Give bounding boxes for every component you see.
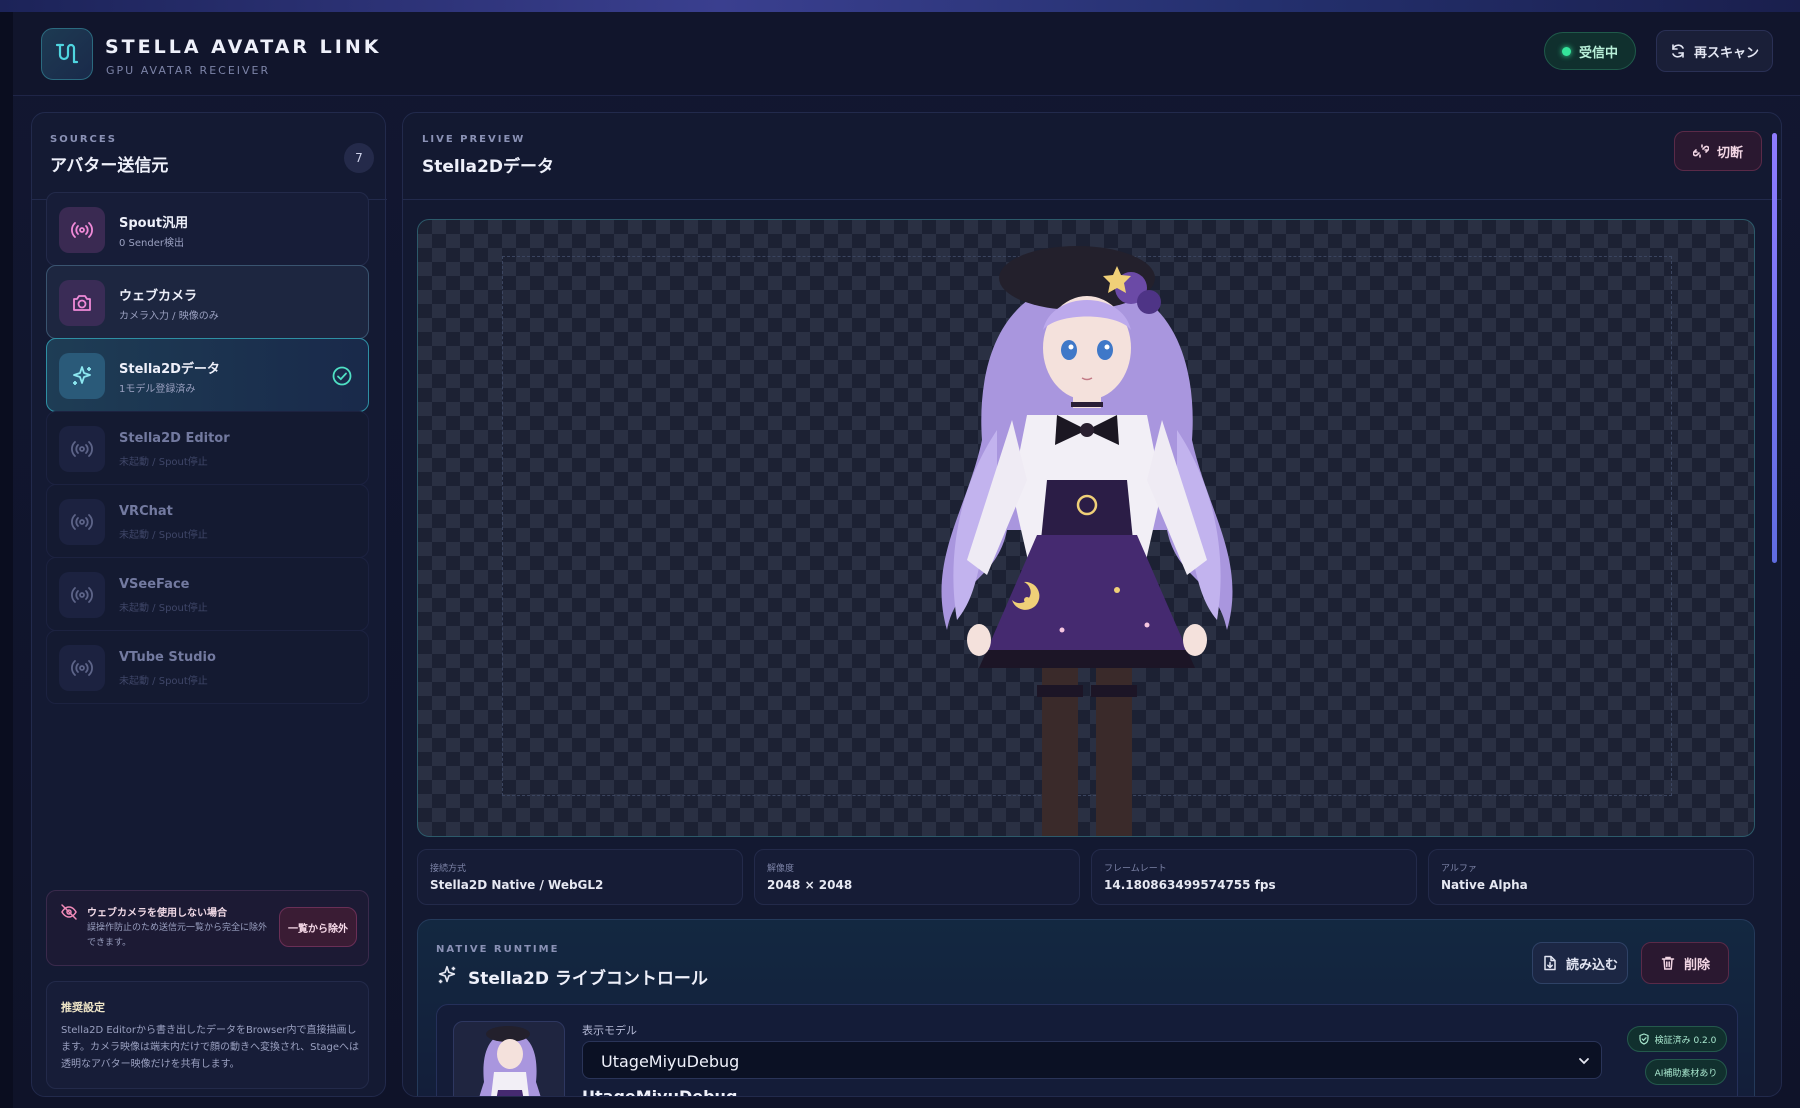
model-card: 表示モデル UtageMiyuDebug UtageMiyuDebug 検証済み… (436, 1004, 1738, 1097)
stat-label: 解像度 (767, 864, 795, 874)
chevron-down-icon (1579, 1058, 1589, 1065)
sparkle-icon (438, 965, 456, 984)
preview-title: Stella2Dデータ (422, 157, 554, 177)
source-name: Stella2D Editor (119, 431, 230, 446)
tip-text: Stella2D Editorから書き出したデータをBrowser内で直接描画し… (61, 1025, 359, 1070)
sidebar-kicker: SOURCES (50, 134, 117, 145)
sidebar-title: アバター送信元 (50, 156, 169, 176)
panel-scrollbar[interactable] (1772, 133, 1777, 563)
rescan-button[interactable]: 再スキャン (1656, 30, 1773, 72)
recommended-settings-card: 推奨設定 Stella2D Editorから書き出したデータをBrowser内で… (46, 981, 369, 1089)
verified-badge: 検証済み 0.2.0 (1627, 1026, 1727, 1052)
shield-check-icon (1639, 1033, 1649, 1045)
camera-icon (59, 280, 105, 326)
source-item-webcam[interactable]: ウェブカメラ カメラ入力 / 映像のみ (46, 265, 369, 339)
model-select-label: 表示モデル (582, 1024, 637, 1037)
rescan-label: 再スキャン (1693, 45, 1759, 61)
trash-icon (1661, 956, 1675, 970)
webcam-exclude-notice: ウェブカメラを使用しない場合 誤操作防止のため送信元一覧から完全に除外できます。… (46, 890, 369, 966)
source-item-stella2d-editor[interactable]: Stella2D Editor 未起動 / Spout停止 (46, 411, 369, 485)
verified-badge-label: 検証済み 0.2.0 (1654, 1035, 1717, 1046)
ai-assisted-badge: AI補助素材あり (1645, 1059, 1727, 1085)
source-count-badge: 7 (344, 143, 374, 173)
refresh-icon (1672, 44, 1684, 58)
disconnect-label: 切断 (1716, 145, 1743, 161)
source-item-vtube-studio[interactable]: VTube Studio 未起動 / Spout停止 (46, 630, 369, 704)
preview-kicker: LIVE PREVIEW (422, 134, 526, 145)
source-item-vseeface[interactable]: VSeeFace 未起動 / Spout停止 (46, 557, 369, 631)
stat-value: Native Alpha (1441, 878, 1528, 892)
file-import-icon (1544, 955, 1556, 971)
source-item-vrchat[interactable]: VRChat 未起動 / Spout停止 (46, 484, 369, 558)
native-runtime-panel: NATIVE RUNTIME Stella2D ライブコントロール 読み込む 削… (417, 919, 1755, 1097)
stat-value: 14.180863499574755 fps (1104, 878, 1276, 892)
avatar-image (941, 246, 1233, 836)
source-name: ウェブカメラ (119, 289, 198, 304)
source-item-spout[interactable]: Spout汎用 0 Sender検出 (46, 192, 369, 266)
source-status: 未起動 / Spout停止 (119, 530, 208, 541)
model-name: UtageMiyuDebug (582, 1087, 738, 1097)
stat-framerate: フレームレート 14.180863499574755 fps (1091, 849, 1417, 905)
panel-divider (403, 199, 1781, 200)
tip-title: 推奨設定 (61, 1001, 105, 1014)
model-thumbnail (453, 1021, 565, 1096)
eye-off-icon (61, 904, 77, 920)
source-name: Stella2Dデータ (119, 362, 220, 377)
source-name: Spout汎用 (119, 216, 189, 231)
sources-sidebar: SOURCES アバター送信元 7 Spout汎用 0 Sender検出 ウェブ… (31, 112, 387, 1097)
status-dot-icon (1561, 46, 1571, 56)
stat-label: フレームレート (1104, 864, 1167, 874)
disconnect-button[interactable]: 切断 (1674, 131, 1762, 171)
source-status: カメラ入力 / 映像のみ (119, 311, 219, 322)
source-name: VRChat (119, 504, 173, 519)
broadcast-icon (59, 499, 105, 545)
live-preview-panel: LIVE PREVIEW Stella2Dデータ 切断 接続方式 Stella2… (402, 112, 1782, 1097)
source-name: VSeeFace (119, 577, 190, 592)
avatar-preview-canvas (417, 219, 1755, 837)
stat-value: Stella2D Native / WebGL2 (430, 878, 604, 892)
runtime-title: Stella2D ライブコントロール (468, 969, 708, 989)
link-logo-icon (41, 28, 93, 80)
app-title: STELLA AVATAR LINK (105, 36, 382, 58)
source-status: 未起動 / Spout停止 (119, 603, 208, 614)
stat-label: 接続方式 (430, 864, 467, 874)
notice-text: 誤操作防止のため送信元一覧から完全に除外できます。 (87, 923, 268, 948)
model-select[interactable]: UtageMiyuDebug (582, 1041, 1602, 1079)
exclude-from-list-button[interactable]: 一覧から除外 (279, 907, 357, 947)
delete-button[interactable]: 削除 (1641, 942, 1729, 984)
status-label: 受信中 (1578, 45, 1618, 61)
load-button[interactable]: 読み込む (1532, 942, 1628, 984)
stat-value: 2048 × 2048 (767, 878, 853, 892)
model-select-value: UtageMiyuDebug (601, 1052, 740, 1071)
check-circle-icon (332, 366, 352, 386)
runtime-kicker: NATIVE RUNTIME (436, 944, 560, 955)
stat-connection-method: 接続方式 Stella2D Native / WebGL2 (417, 849, 743, 905)
broadcast-icon (59, 426, 105, 472)
source-name: VTube Studio (119, 650, 216, 665)
notice-title: ウェブカメラを使用しない場合 (87, 908, 227, 919)
app-header: STELLA AVATAR LINK GPU AVATAR RECEIVER 受… (13, 12, 1800, 96)
broadcast-icon (59, 572, 105, 618)
source-status: 未起動 / Spout停止 (119, 676, 208, 687)
load-label: 読み込む (1565, 957, 1618, 973)
unlink-icon (1692, 144, 1709, 158)
broadcast-icon (59, 207, 105, 253)
source-item-stella2d-data[interactable]: Stella2Dデータ 1モデル登録済み (46, 338, 369, 412)
stat-label: アルファ (1441, 864, 1477, 874)
broadcast-icon (59, 645, 105, 691)
source-status: 1モデル登録済み (119, 384, 196, 395)
stat-resolution: 解像度 2048 × 2048 (754, 849, 1080, 905)
source-status: 0 Sender検出 (119, 238, 184, 249)
stat-alpha: アルファ Native Alpha (1428, 849, 1754, 905)
delete-label: 削除 (1683, 957, 1710, 973)
app-window: STELLA AVATAR LINK GPU AVATAR RECEIVER 受… (13, 12, 1800, 1108)
sparkle-icon (59, 353, 105, 399)
window-top-bar (0, 0, 1800, 12)
receiving-status-badge: 受信中 (1544, 32, 1636, 70)
source-status: 未起動 / Spout停止 (119, 457, 208, 468)
app-subtitle: GPU AVATAR RECEIVER (106, 64, 271, 77)
